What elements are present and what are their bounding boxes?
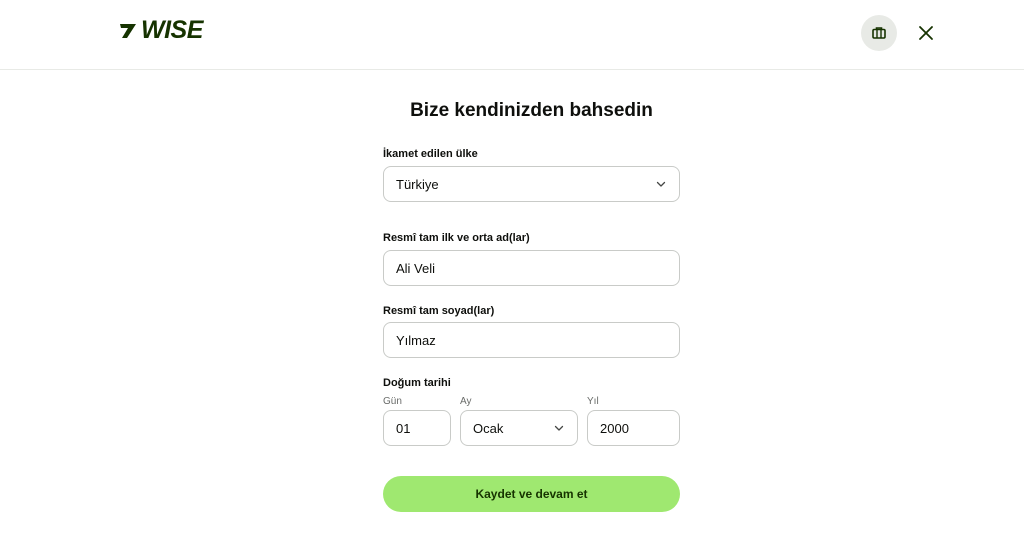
first-name-label: Resmî tam ilk ve orta ad(lar) xyxy=(383,232,530,244)
last-name-label: Resmî tam soyad(lar) xyxy=(383,305,495,317)
dob-label: Doğum tarihi xyxy=(383,377,451,389)
dob-month-value: Ocak xyxy=(473,420,504,436)
country-select[interactable]: Türkiye xyxy=(383,166,680,202)
wise-flag-icon xyxy=(120,23,136,38)
close-icon xyxy=(919,26,933,40)
country-label: İkamet edilen ülke xyxy=(383,148,478,160)
top-header: WISE xyxy=(0,0,1024,70)
first-name-input[interactable]: Ali Veli xyxy=(383,250,680,286)
dob-year-label: Yıl xyxy=(587,396,599,407)
briefcase-icon xyxy=(872,27,886,39)
dob-year-value: 2000 xyxy=(600,420,629,436)
dob-day-label: Gün xyxy=(383,396,402,407)
close-button[interactable] xyxy=(914,21,938,45)
save-continue-button[interactable]: Kaydet ve devam et xyxy=(383,476,680,512)
help-button[interactable] xyxy=(861,15,897,51)
dob-month-select[interactable]: Ocak xyxy=(460,410,578,446)
last-name-input[interactable]: Yılmaz xyxy=(383,322,680,358)
dob-day-value: 01 xyxy=(396,420,411,436)
dob-month-label: Ay xyxy=(460,396,472,407)
last-name-value: Yılmaz xyxy=(396,332,436,348)
chevron-down-icon xyxy=(655,178,667,190)
wise-logo[interactable]: WISE xyxy=(118,16,203,45)
country-value: Türkiye xyxy=(396,176,439,192)
dob-day-input[interactable]: 01 xyxy=(383,410,451,446)
first-name-value: Ali Veli xyxy=(396,260,436,276)
chevron-down-icon xyxy=(553,422,565,434)
dob-year-input[interactable]: 2000 xyxy=(587,410,680,446)
logo-text: WISE xyxy=(141,16,203,44)
page-title: Bize kendinizden bahsedin xyxy=(410,100,653,121)
